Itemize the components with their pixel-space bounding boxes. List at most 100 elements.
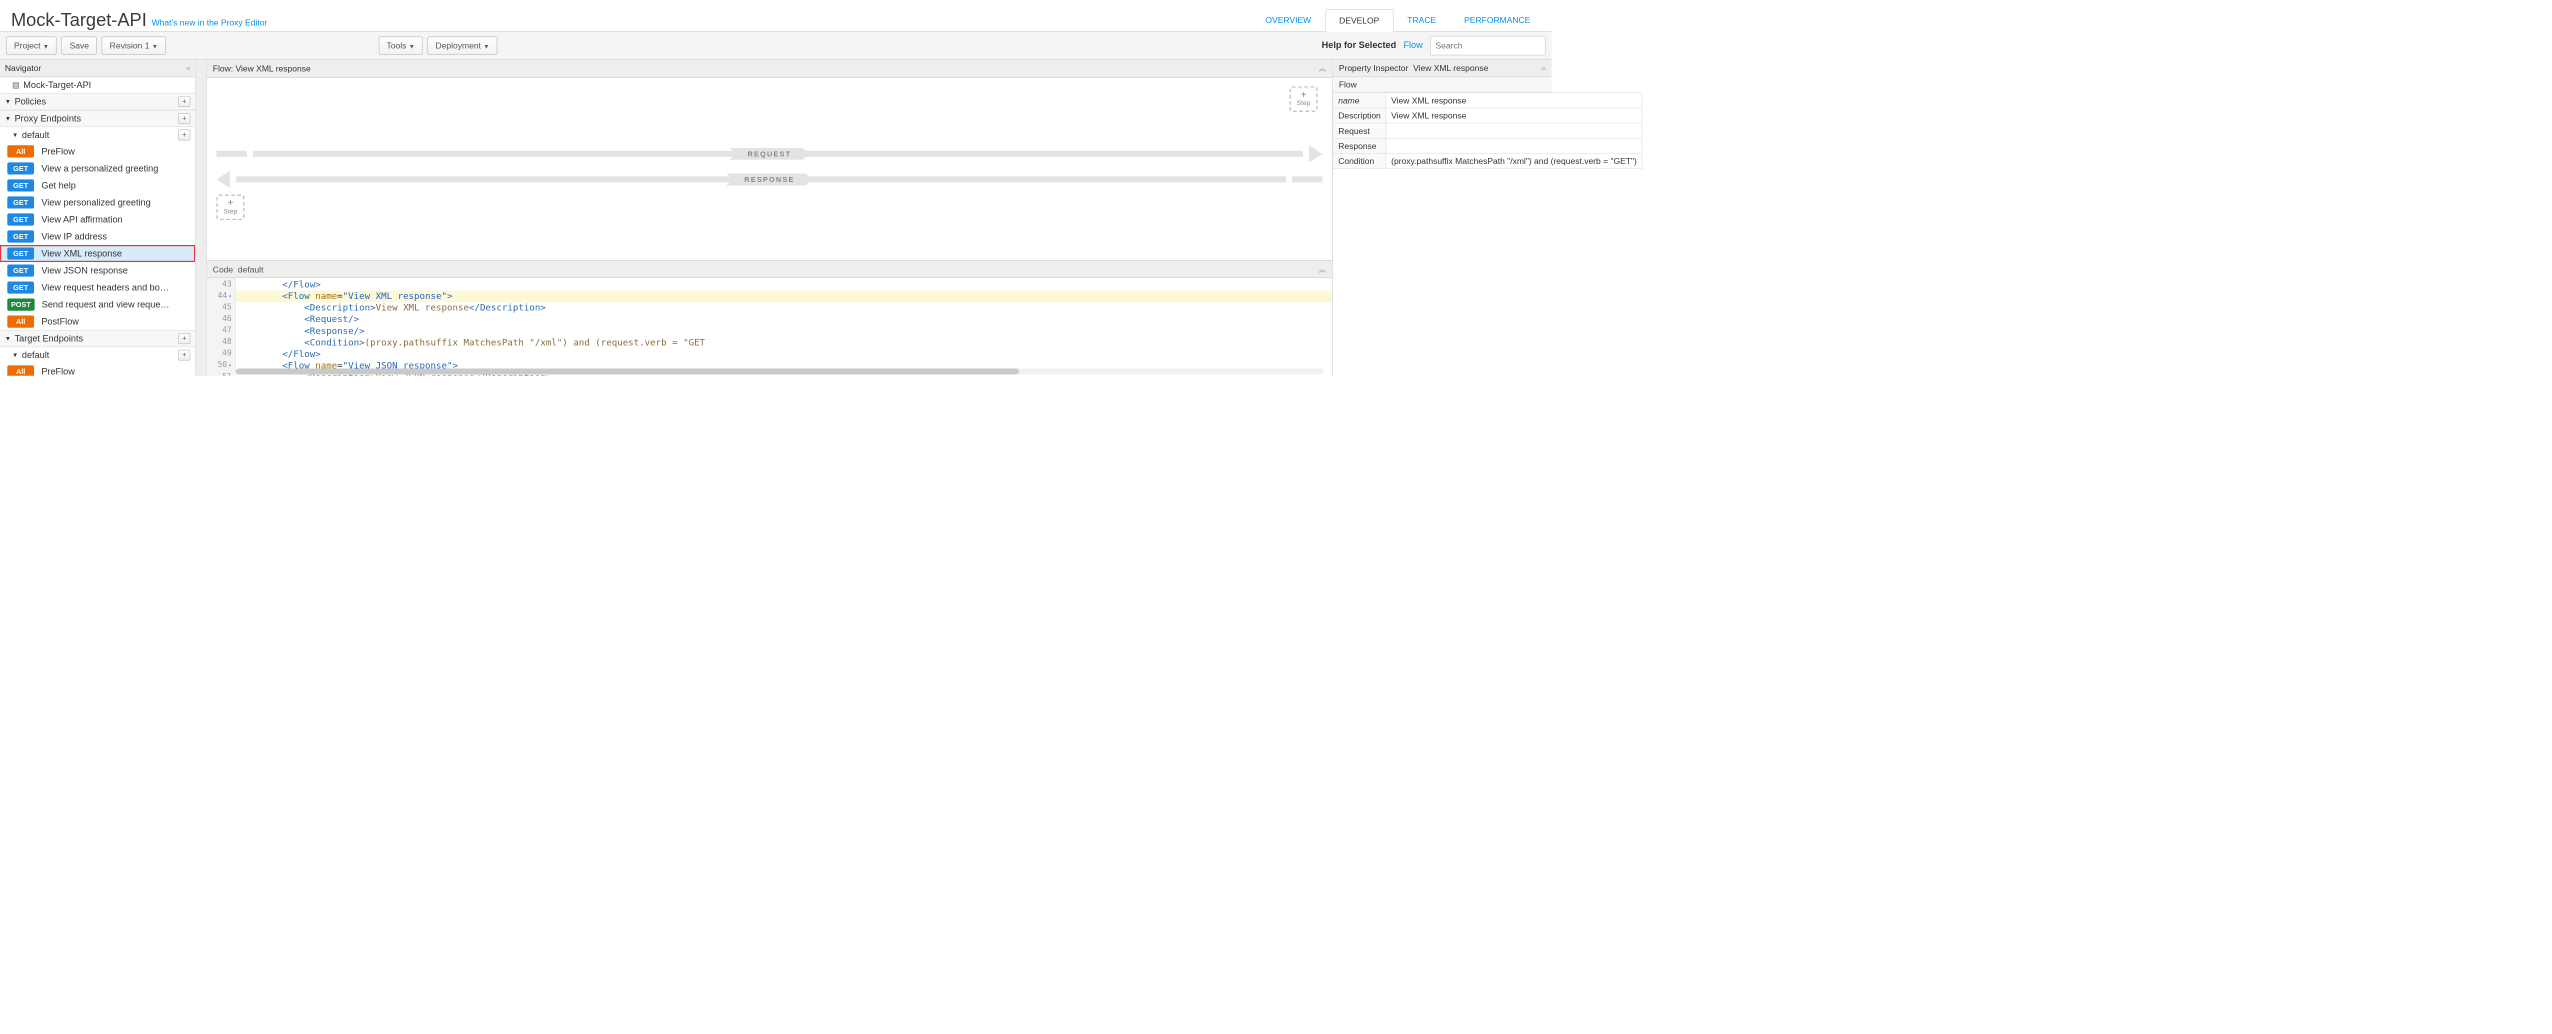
nav-flow-item[interactable]: GET View IP address bbox=[0, 228, 195, 245]
method-badge: GET bbox=[7, 282, 34, 294]
property-table: nameView XML responseDescriptionView XML… bbox=[1333, 92, 1643, 169]
toolbar: Project▼ Save Revision 1▼ Tools▼ Deploym… bbox=[0, 32, 1552, 60]
nav-flow-item[interactable]: AllPostFlow bbox=[0, 313, 195, 330]
tools-menu-button[interactable]: Tools▼ bbox=[379, 36, 423, 54]
nav-flow-item[interactable]: All PreFlow bbox=[0, 143, 195, 160]
deployment-menu-button[interactable]: Deployment▼ bbox=[428, 36, 498, 54]
twisty-down-icon: ▼ bbox=[5, 98, 12, 105]
nav-root[interactable]: ▤ Mock-Target-API bbox=[0, 77, 195, 93]
method-badge: GET bbox=[7, 162, 34, 174]
property-key: Request bbox=[1333, 123, 1386, 138]
property-row: Request bbox=[1333, 123, 1642, 138]
add-target-flow-button[interactable]: + bbox=[178, 350, 190, 361]
method-badge: All bbox=[7, 316, 34, 328]
method-badge: GET bbox=[7, 264, 34, 276]
add-step-response-button[interactable]: + Step bbox=[216, 195, 244, 221]
collapse-up-icon[interactable]: ︽ bbox=[1319, 63, 1326, 73]
property-key: Response bbox=[1333, 138, 1386, 153]
add-policy-button[interactable]: + bbox=[178, 96, 190, 107]
nav-target-default[interactable]: ▼ default + bbox=[0, 347, 195, 363]
property-row: Response bbox=[1333, 138, 1642, 153]
tab-overview[interactable]: OVERVIEW bbox=[1251, 9, 1325, 31]
plus-icon: + bbox=[228, 199, 234, 208]
property-key: Condition bbox=[1333, 154, 1386, 169]
code-editor[interactable]: 43444546474849505152 </Flow> <Flow name=… bbox=[207, 278, 1332, 376]
flow-header: Flow: View XML response ︽ bbox=[207, 60, 1332, 78]
twisty-down-icon: ▼ bbox=[5, 335, 12, 342]
proxy-title: Mock-Target-API bbox=[11, 10, 147, 31]
property-value[interactable] bbox=[1386, 138, 1642, 153]
navigator-header: Navigator « bbox=[0, 60, 195, 78]
property-row: DescriptionView XML response bbox=[1333, 108, 1642, 123]
whats-new-link[interactable]: What's new in the Proxy Editor bbox=[152, 18, 268, 28]
nav-flow-item[interactable]: GET View API affirmation bbox=[0, 211, 195, 228]
nav-flow-item[interactable]: GETView XML response bbox=[0, 245, 195, 262]
response-lane: RESPONSE bbox=[216, 170, 1322, 188]
help-flow-link[interactable]: Flow bbox=[1403, 40, 1422, 50]
flow-label: View XML response bbox=[41, 248, 190, 258]
inspector-section-label: Flow bbox=[1333, 77, 1552, 92]
inspector-header: Property Inspector View XML response » bbox=[1333, 60, 1552, 78]
property-inspector-panel: Property Inspector View XML response » F… bbox=[1333, 60, 1552, 376]
add-proxy-endpoint-button[interactable]: + bbox=[178, 113, 190, 124]
expand-right-icon[interactable]: » bbox=[1541, 64, 1545, 73]
document-icon: ▤ bbox=[12, 80, 19, 90]
property-value[interactable]: (proxy.pathsuffix MatchesPath "/xml") an… bbox=[1386, 154, 1642, 169]
add-step-request-button[interactable]: + Step bbox=[1290, 86, 1318, 112]
method-badge: GET bbox=[7, 230, 34, 242]
revision-menu-button[interactable]: Revision 1▼ bbox=[102, 36, 166, 54]
flow-label: PreFlow bbox=[41, 366, 190, 375]
flow-label: View IP address bbox=[41, 231, 190, 241]
twisty-down-icon: ▼ bbox=[12, 132, 19, 139]
help-label: Help for Selected bbox=[1322, 40, 1397, 50]
add-target-endpoint-button[interactable]: + bbox=[178, 333, 190, 344]
arrow-right-icon bbox=[1309, 145, 1322, 162]
app-header: Mock-Target-API What's new in the Proxy … bbox=[0, 0, 1552, 32]
project-menu-button[interactable]: Project▼ bbox=[6, 36, 57, 54]
flow-canvas: + Step REQUEST RESPONSE + Step bbox=[207, 78, 1332, 260]
tab-trace[interactable]: TRACE bbox=[1393, 9, 1450, 31]
nav-proxy-default[interactable]: ▼ default + bbox=[0, 127, 195, 143]
line-gutter: 43444546474849505152 bbox=[207, 278, 236, 376]
property-value[interactable] bbox=[1386, 123, 1642, 138]
nav-policies[interactable]: ▼ Policies + bbox=[0, 93, 195, 110]
nav-proxy-endpoints[interactable]: ▼ Proxy Endpoints + bbox=[0, 110, 195, 127]
add-flow-button[interactable]: + bbox=[178, 130, 190, 141]
nav-flow-item[interactable]: GETView request headers and bo… bbox=[0, 279, 195, 296]
horizontal-scrollbar[interactable] bbox=[236, 368, 1324, 374]
property-row: nameView XML response bbox=[1333, 93, 1642, 108]
property-value[interactable]: View XML response bbox=[1386, 108, 1642, 123]
nav-flow-item[interactable]: POSTSend request and view reque… bbox=[0, 296, 195, 313]
nav-flow-item[interactable]: GET View JSON response bbox=[0, 262, 195, 279]
property-value[interactable]: View XML response bbox=[1386, 93, 1642, 108]
caret-down-icon: ▼ bbox=[483, 43, 489, 50]
flow-label: View a personalized greeting bbox=[41, 163, 190, 173]
collapse-up-icon[interactable]: ︽ bbox=[1319, 264, 1326, 274]
twisty-down-icon: ▼ bbox=[12, 352, 19, 359]
code-pane[interactable]: </Flow> <Flow name="View XML response"> … bbox=[236, 278, 1332, 376]
method-badge: GET bbox=[7, 213, 34, 225]
nav-flow-item[interactable]: GETGet help bbox=[0, 177, 195, 194]
nav-flow-item[interactable]: AllPreFlow bbox=[0, 363, 195, 376]
collapse-left-icon[interactable]: « bbox=[186, 64, 190, 73]
search-input[interactable] bbox=[1430, 36, 1546, 55]
property-row: Condition(proxy.pathsuffix MatchesPath "… bbox=[1333, 154, 1642, 169]
tab-performance[interactable]: PERFORMANCE bbox=[1450, 9, 1544, 31]
scrollbar-thumb[interactable] bbox=[236, 368, 1019, 374]
flow-label: View JSON response bbox=[41, 265, 190, 275]
flow-label: PreFlow bbox=[41, 146, 190, 156]
nav-flow-item[interactable]: GET View a personalized greeting bbox=[0, 160, 195, 177]
nav-flow-item[interactable]: GETView personalized greeting bbox=[0, 194, 195, 211]
twisty-down-icon: ▼ bbox=[5, 115, 12, 122]
nav-scrollbar[interactable] bbox=[195, 60, 206, 376]
arrow-left-icon bbox=[216, 171, 229, 188]
method-badge: GET bbox=[7, 196, 34, 208]
request-lane: REQUEST bbox=[216, 145, 1322, 163]
navigator-panel: Navigator « ▤ Mock-Target-API ▼ Policies… bbox=[0, 60, 207, 376]
method-badge: All bbox=[7, 145, 34, 157]
nav-target-endpoints[interactable]: ▼ Target Endpoints + bbox=[0, 330, 195, 347]
flow-label: View API affirmation bbox=[41, 214, 190, 224]
tab-develop[interactable]: DEVELOP bbox=[1325, 9, 1393, 31]
caret-down-icon: ▼ bbox=[43, 43, 49, 50]
save-button[interactable]: Save bbox=[62, 36, 97, 54]
